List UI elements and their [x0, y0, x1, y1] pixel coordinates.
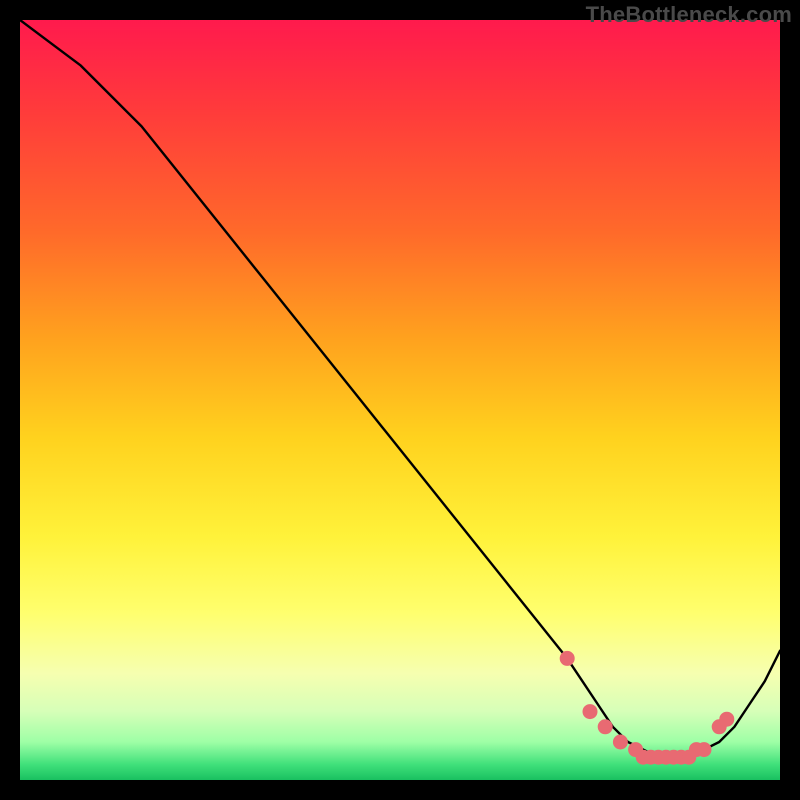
highlight-dot	[560, 651, 574, 665]
highlight-dot	[583, 705, 597, 719]
highlight-dot	[720, 712, 734, 726]
watermark-text: TheBottleneck.com	[586, 2, 792, 28]
highlight-dot	[598, 720, 612, 734]
highlight-dot	[613, 735, 627, 749]
plot-area	[20, 20, 780, 780]
chart-stage: TheBottleneck.com	[0, 0, 800, 800]
highlight-dots	[20, 20, 780, 780]
highlight-dot	[697, 743, 711, 757]
